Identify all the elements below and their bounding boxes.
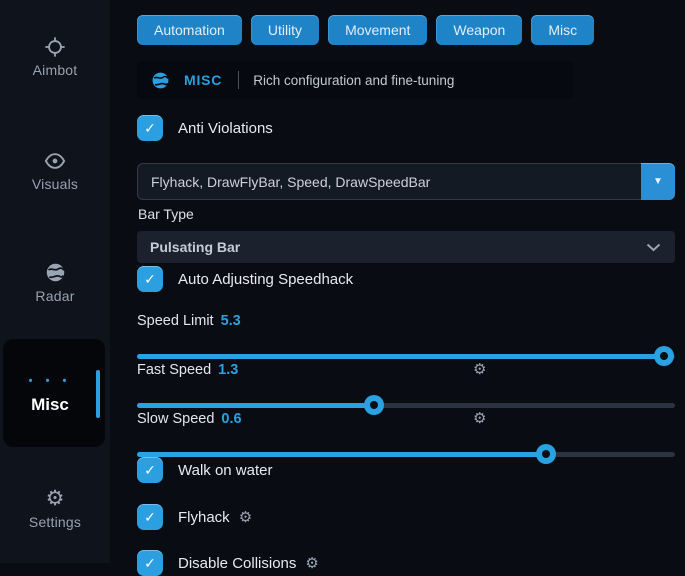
sidebar-item-label: Aimbot — [0, 62, 110, 78]
divider — [238, 71, 239, 89]
tab-misc[interactable]: Misc — [531, 15, 594, 45]
slider-fill — [137, 354, 664, 359]
section-title: MISC — [184, 72, 222, 88]
checkmark-icon: ✓ — [144, 271, 156, 288]
disable-collisions-row: ✓ Disable Collisions ⚙ — [137, 550, 319, 576]
fast-speed-value: 1.3 — [218, 362, 238, 378]
anti-violations-checkbox[interactable]: ✓ — [137, 115, 163, 141]
slow-speed-value: 0.6 — [221, 411, 241, 427]
slow-speed-label: Slow Speed — [137, 411, 214, 427]
tab-movement[interactable]: Movement — [328, 15, 427, 45]
flyhack-checkbox[interactable]: ✓ — [137, 504, 163, 530]
disable-collisions-label: Disable Collisions — [178, 555, 296, 572]
auto-adjusting-speedhack-row: ✓ Auto Adjusting Speedhack — [137, 266, 353, 292]
category-tabs: Automation Utility Movement Weapon Misc — [137, 15, 594, 45]
globe-icon — [151, 71, 170, 90]
speed-limit-slider[interactable] — [137, 354, 675, 359]
dropdown-open-button[interactable]: ▼ — [641, 163, 675, 200]
gear-icon: ⚙ — [46, 487, 65, 509]
fast-speed-gear-icon[interactable]: ⚙ — [473, 360, 486, 378]
sidebar-item-label: Settings — [0, 514, 110, 530]
active-indicator — [96, 370, 100, 418]
walk-on-water-checkbox[interactable]: ✓ — [137, 457, 163, 483]
tab-utility[interactable]: Utility — [251, 15, 319, 45]
slow-speed-slider-block: Slow Speed 0.6 ⚙ — [137, 410, 675, 457]
disable-collisions-gear-icon[interactable]: ⚙ — [305, 554, 318, 572]
auto-adjusting-speedhack-label: Auto Adjusting Speedhack — [178, 271, 353, 288]
violation-bars-value: Flyhack, DrawFlyBar, Speed, DrawSpeedBar — [151, 174, 641, 190]
section-subtitle: Rich configuration and fine-tuning — [253, 73, 454, 88]
anti-violations-label: Anti Violations — [178, 120, 273, 137]
speed-limit-slider-block: Speed Limit 5.3 — [137, 312, 675, 359]
sidebar: Aimbot Visuals Radar • • • Misc ⚙ Settin… — [0, 0, 110, 563]
sidebar-item-label: Radar — [0, 288, 110, 304]
speed-limit-value: 5.3 — [221, 313, 241, 329]
chevron-down-icon — [646, 243, 661, 252]
crosshair-icon — [44, 36, 66, 58]
sidebar-item-label: Visuals — [0, 176, 110, 192]
flyhack-row: ✓ Flyhack ⚙ — [137, 504, 252, 530]
fast-speed-label: Fast Speed — [137, 362, 211, 378]
checkmark-icon: ✓ — [144, 462, 156, 479]
speed-limit-label: Speed Limit — [137, 313, 214, 329]
checkmark-icon: ✓ — [144, 555, 156, 572]
walk-on-water-row: ✓ Walk on water — [137, 457, 272, 483]
sidebar-item-visuals[interactable]: Visuals — [0, 150, 110, 192]
slow-speed-gear-icon[interactable]: ⚙ — [473, 409, 486, 427]
checkmark-icon: ✓ — [144, 120, 156, 137]
fast-speed-slider[interactable] — [137, 403, 675, 408]
walk-on-water-label: Walk on water — [178, 462, 272, 479]
slider-fill — [137, 403, 374, 408]
disable-collisions-checkbox[interactable]: ✓ — [137, 550, 163, 576]
sidebar-item-aimbot[interactable]: Aimbot — [0, 36, 110, 78]
sidebar-item-settings[interactable]: ⚙ Settings — [0, 487, 110, 530]
sidebar-item-misc[interactable]: • • • Misc — [3, 339, 105, 447]
anti-violations-row: ✓ Anti Violations — [137, 115, 273, 141]
violation-bars-select[interactable]: Flyhack, DrawFlyBar, Speed, DrawSpeedBar… — [137, 163, 675, 200]
ellipsis-icon: • • • — [3, 375, 97, 387]
flyhack-gear-icon[interactable]: ⚙ — [239, 508, 252, 526]
dropdown-triangle-icon: ▼ — [653, 176, 663, 187]
tab-automation[interactable]: Automation — [137, 15, 242, 45]
auto-adjusting-speedhack-checkbox[interactable]: ✓ — [137, 266, 163, 292]
flyhack-label: Flyhack — [178, 509, 230, 526]
bar-type-value: Pulsating Bar — [150, 239, 646, 255]
slider-handle[interactable] — [536, 444, 556, 464]
checkmark-icon: ✓ — [144, 509, 156, 526]
sidebar-item-label: Misc — [3, 395, 97, 415]
bar-type-label: Bar Type — [138, 206, 194, 222]
sidebar-item-radar[interactable]: Radar — [0, 262, 110, 304]
bar-type-select[interactable]: Pulsating Bar — [137, 231, 675, 263]
section-header: MISC Rich configuration and fine-tuning — [137, 61, 574, 99]
tab-weapon[interactable]: Weapon — [436, 15, 522, 45]
fast-speed-slider-block: Fast Speed 1.3 ⚙ — [137, 361, 675, 408]
eye-icon — [43, 150, 67, 172]
globe-icon — [45, 262, 66, 284]
